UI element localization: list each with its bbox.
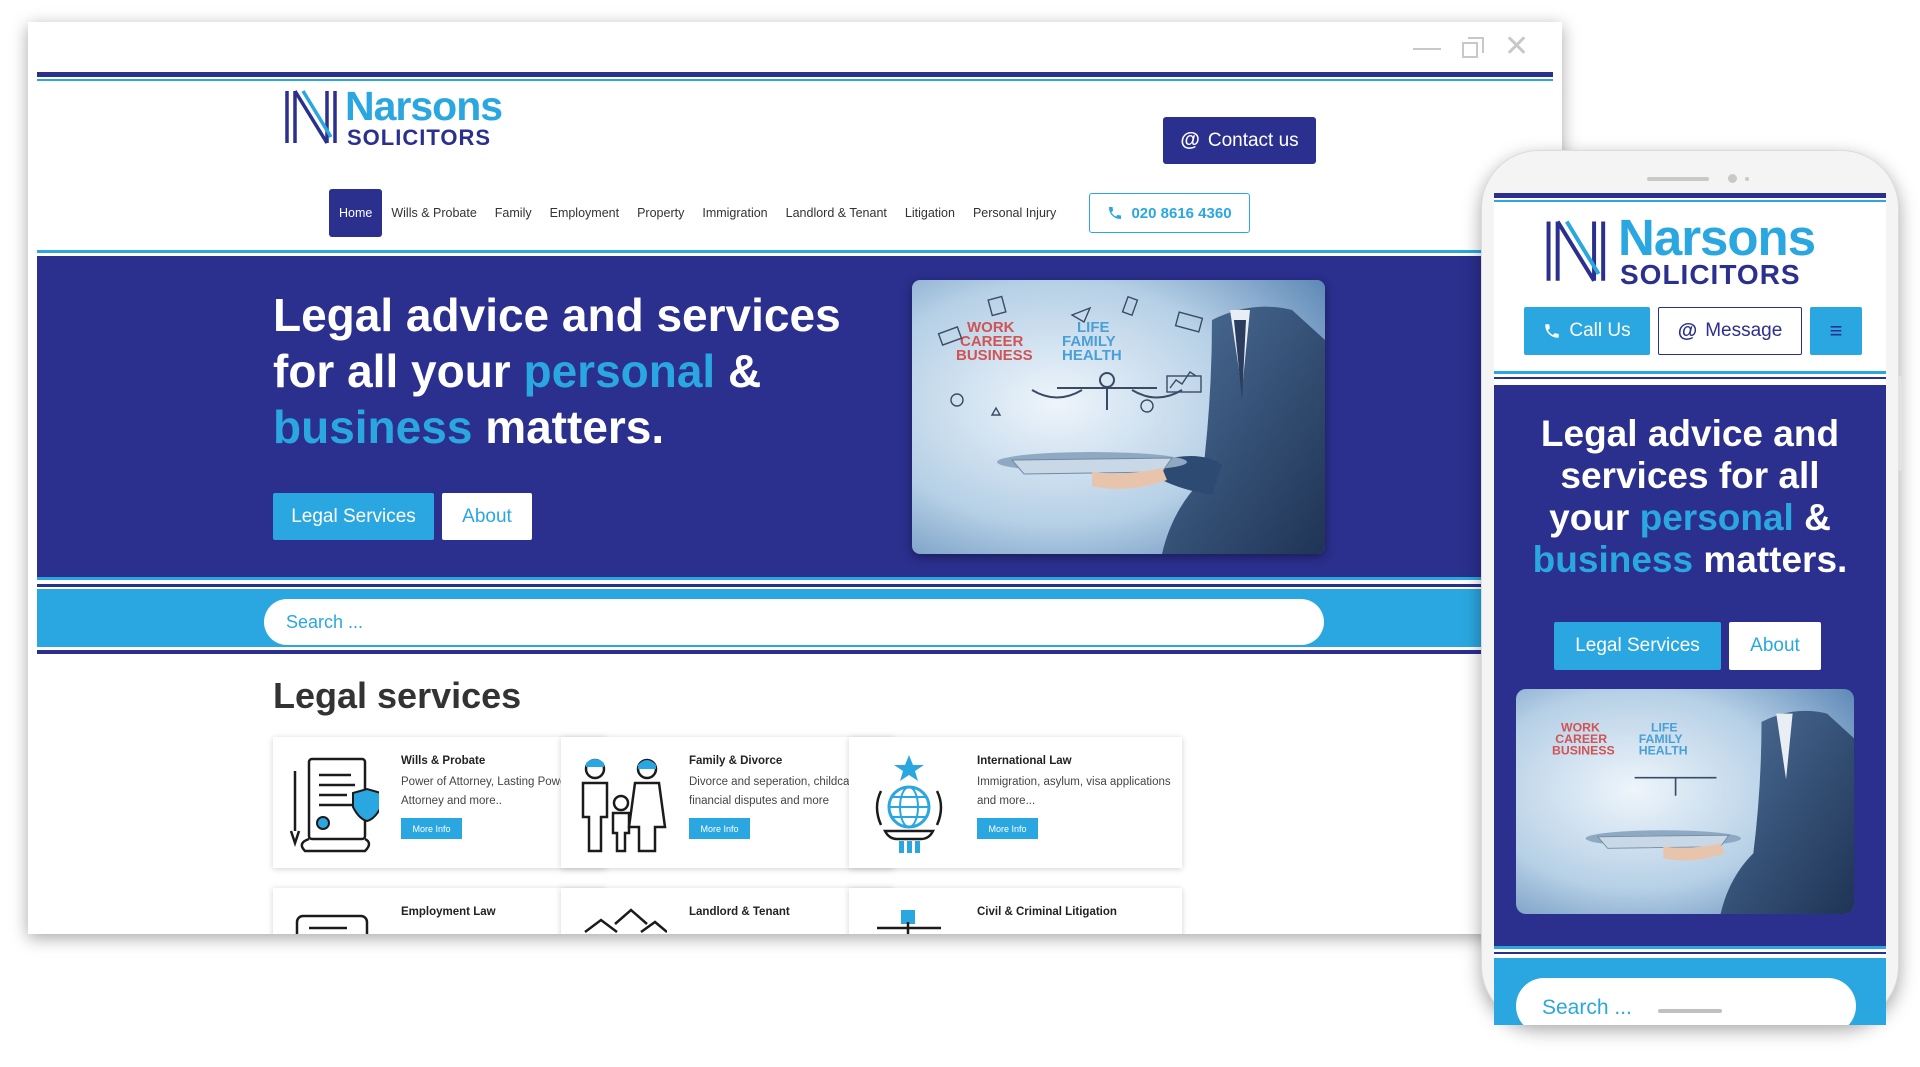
more-info-button[interactable]: More Info xyxy=(689,818,750,839)
logo-mark-icon xyxy=(285,90,337,144)
mobile-device: Narsons SOLICITORS Call Us @ Message ≡ L… xyxy=(1481,150,1902,1025)
at-icon: @ xyxy=(1677,319,1698,342)
hero-image: WORK CAREER BUSINESS LIFE FAMILY HEALTH xyxy=(912,280,1325,554)
minimize-icon[interactable] xyxy=(1413,36,1441,60)
card-title: Employment Law xyxy=(401,906,496,918)
top-border-accent xyxy=(37,79,1553,81)
service-card-family-divorce[interactable]: Family & Divorce Divorce and seperation,… xyxy=(561,737,894,868)
businessman-balance-illustration: WORK CAREER BUSINESS LIFE FAMILY HEALTH xyxy=(1516,689,1854,914)
site-logo[interactable]: Narsons SOLICITORS xyxy=(283,83,533,150)
search-input[interactable]: Search ... xyxy=(264,599,1324,645)
service-card-landlord-tenant[interactable]: Landlord & Tenant xyxy=(561,888,894,934)
top-border xyxy=(37,72,1553,77)
phone-camera xyxy=(1728,174,1737,183)
mobile-legal-services-button[interactable]: Legal Services xyxy=(1554,622,1721,670)
businessman-balance-illustration: WORK CAREER BUSINESS LIFE FAMILY HEALTH xyxy=(912,280,1325,554)
family-icon xyxy=(581,758,667,853)
mobile-about-button[interactable]: About xyxy=(1729,622,1821,670)
call-us-button[interactable]: Call Us xyxy=(1524,307,1650,355)
service-card-civil-criminal-litigation[interactable]: Civil & Criminal Litigation xyxy=(849,888,1182,934)
hero-title: Legal advice and services for all your p… xyxy=(273,289,841,453)
mobile-site-logo[interactable]: Narsons SOLICITORS xyxy=(1544,209,1844,291)
window-titlebar: ✕ xyxy=(28,22,1562,72)
mobile-screen: Narsons SOLICITORS Call Us @ Message ≡ L… xyxy=(1494,193,1886,1025)
nav-item-employment[interactable]: Employment xyxy=(541,189,628,237)
nav-item-family[interactable]: Family xyxy=(486,189,541,237)
search-band: Search ... xyxy=(37,577,1553,657)
card-title: Wills & Probate xyxy=(401,755,486,767)
about-button[interactable]: About xyxy=(442,493,532,540)
call-us-label: Call Us xyxy=(1569,320,1631,341)
phone-icon xyxy=(1545,324,1560,338)
will-document-icon xyxy=(289,757,379,853)
logo-subtitle: SOLICITORS xyxy=(1620,259,1801,290)
mobile-search-band: Search ... xyxy=(1494,946,1886,1025)
image-word-business: BUSINESS xyxy=(956,347,1033,364)
more-info-button[interactable]: More Info xyxy=(977,818,1038,839)
nav-item-property[interactable]: Property xyxy=(628,189,693,237)
contact-us-button[interactable]: @ Contact us xyxy=(1163,117,1316,164)
service-card-wills-probate[interactable]: Wills & Probate Power of Attorney, Lasti… xyxy=(273,737,606,868)
card-title: Landlord & Tenant xyxy=(689,906,790,918)
desktop-window: ✕ Narsons SOLICITORS @ Contact us Home W… xyxy=(28,22,1562,934)
phone-home-indicator xyxy=(1658,1009,1722,1013)
card-title: Civil & Criminal Litigation xyxy=(977,906,1117,918)
nav-item-immigration[interactable]: Immigration xyxy=(693,189,776,237)
image-word-health: HEALTH xyxy=(1062,347,1122,364)
service-card-employment-law[interactable]: Employment Law xyxy=(273,888,606,934)
phone-speaker xyxy=(1647,177,1709,181)
message-label: Message xyxy=(1705,320,1783,341)
legal-services-heading: Legal services xyxy=(273,675,522,716)
hamburger-menu-icon[interactable]: ≡ xyxy=(1810,307,1862,355)
contract-icon xyxy=(295,914,369,934)
card-title: Family & Divorce xyxy=(689,755,783,767)
scales-icon xyxy=(877,910,941,934)
mobile-hero-title: Legal advice and services for all your p… xyxy=(1532,413,1848,580)
logo-mark-icon xyxy=(1546,220,1606,282)
mobile-hero-lines xyxy=(1494,371,1886,379)
logo-name: Narsons xyxy=(345,83,503,129)
card-description: Immigration, asylum, visa applications a… xyxy=(977,776,1171,807)
mobile-top-border-accent xyxy=(1494,200,1886,202)
mobile-hero-section: Legal advice and services for all your p… xyxy=(1494,385,1886,946)
legal-services-button[interactable]: Legal Services xyxy=(273,493,434,540)
main-nav: Home Wills & Probate Family Employment P… xyxy=(329,189,1065,237)
phone-sensor xyxy=(1745,177,1749,181)
nav-item-home[interactable]: Home xyxy=(329,189,383,237)
phone-button[interactable]: 020 8616 4360 xyxy=(1089,193,1250,233)
close-icon[interactable]: ✕ xyxy=(1504,32,1530,62)
restore-icon[interactable] xyxy=(1460,36,1486,60)
more-info-button[interactable]: More Info xyxy=(401,818,462,839)
mobile-search-input[interactable]: Search ... xyxy=(1516,978,1856,1025)
nav-item-personal-injury[interactable]: Personal Injury xyxy=(964,189,1065,237)
contact-us-label: Contact us xyxy=(1207,129,1299,151)
image-word-business: BUSINESS xyxy=(1552,744,1615,758)
desktop-page: Narsons SOLICITORS @ Contact us Home Wil… xyxy=(37,72,1553,934)
image-word-health: HEALTH xyxy=(1639,744,1688,758)
phone-icon xyxy=(1109,207,1122,219)
card-title: International Law xyxy=(977,755,1072,767)
message-button[interactable]: @ Message xyxy=(1658,307,1802,355)
stage: ✕ Narsons SOLICITORS @ Contact us Home W… xyxy=(0,0,1920,1067)
mobile-top-border xyxy=(1494,193,1886,198)
nav-item-wills-probate[interactable]: Wills & Probate xyxy=(382,189,485,237)
hero-section: Legal advice and services for all your p… xyxy=(37,257,1553,577)
service-card-international-law[interactable]: International Law Immigration, asylum, v… xyxy=(849,737,1182,868)
mobile-hero-image: WORK CAREER BUSINESS LIFE FAMILY HEALTH xyxy=(1516,689,1854,914)
houses-icon xyxy=(584,908,667,934)
logo-subtitle: SOLICITORS xyxy=(347,125,492,150)
at-icon: @ xyxy=(1180,129,1200,151)
phone-side-button xyxy=(1898,376,1902,471)
nav-item-landlord-tenant[interactable]: Landlord & Tenant xyxy=(777,189,896,237)
nav-item-litigation[interactable]: Litigation xyxy=(896,189,964,237)
globe-pillar-icon xyxy=(875,755,943,853)
phone-number: 020 8616 4360 xyxy=(1131,204,1232,222)
